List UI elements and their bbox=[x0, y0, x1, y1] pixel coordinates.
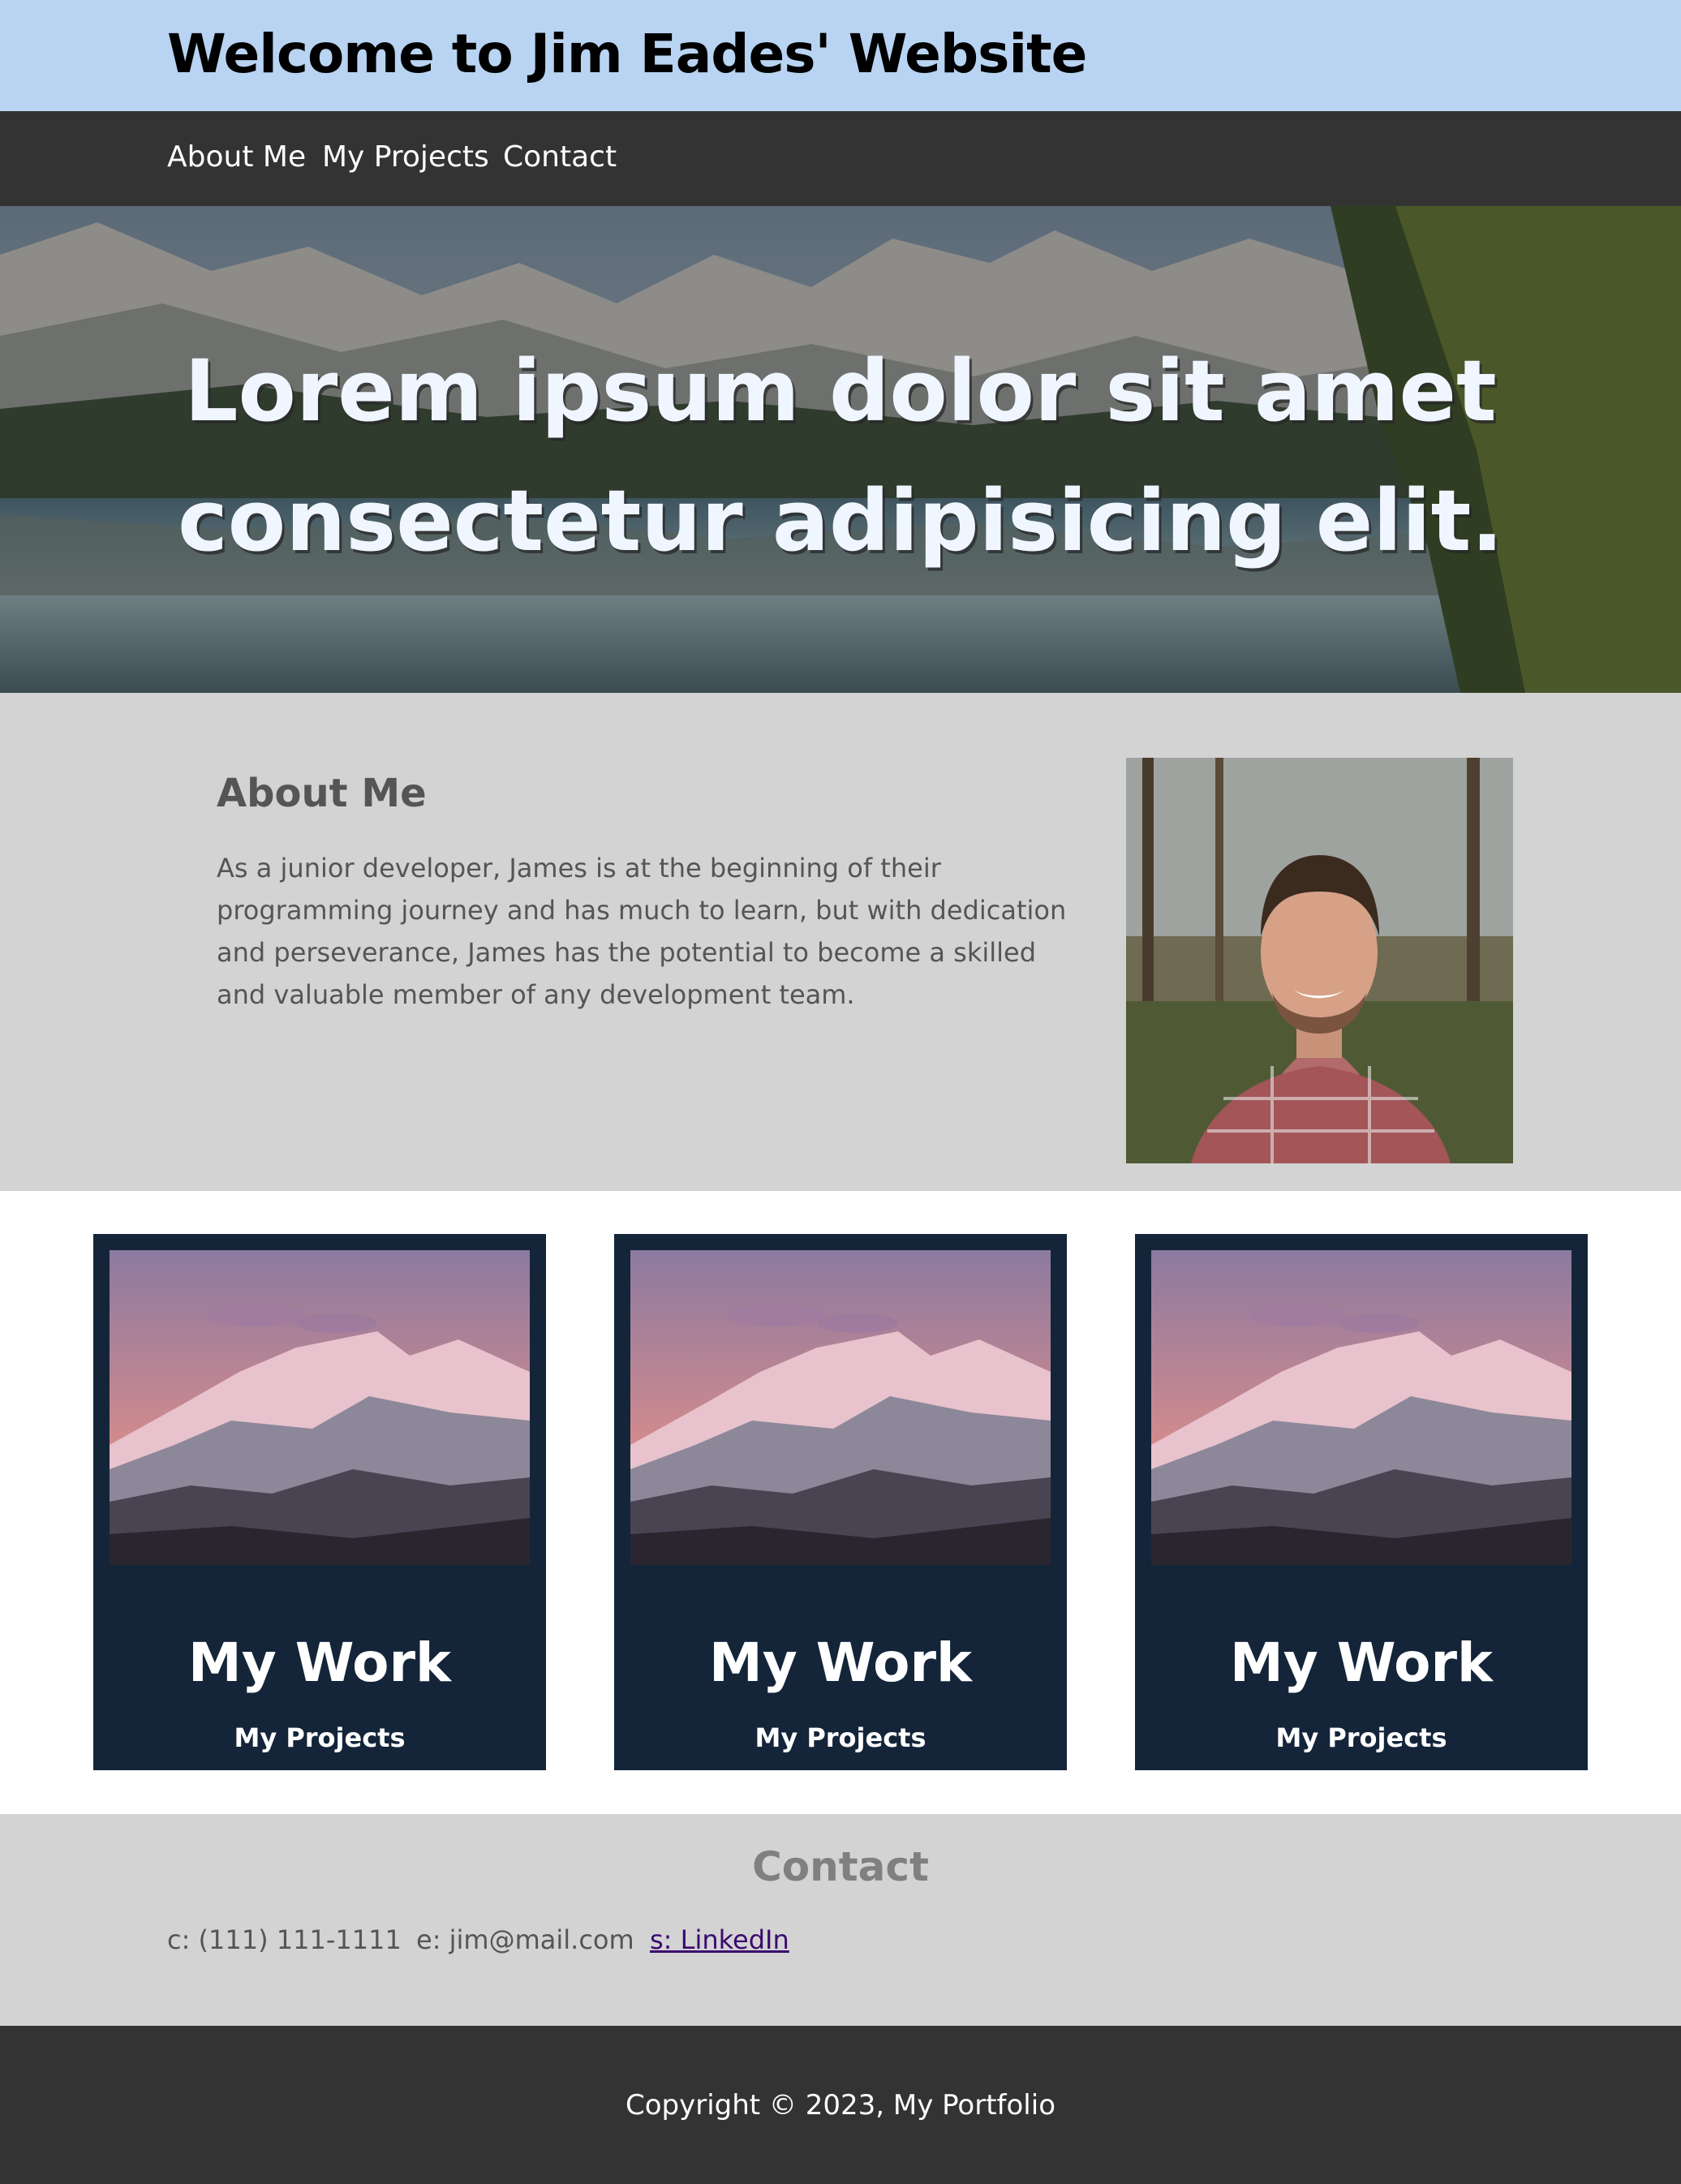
hero-banner: Lorem ipsum dolor sit amet consectetur a… bbox=[0, 206, 1681, 693]
nav-bar: About Me My Projects Contact bbox=[0, 111, 1681, 206]
site-header: Welcome to Jim Eades' Website bbox=[0, 0, 1681, 111]
projects-section: My Work My Projects My Work My Projects … bbox=[0, 1191, 1681, 1814]
profile-photo bbox=[1126, 758, 1513, 1163]
about-text: As a junior developer, James is at the b… bbox=[217, 853, 1067, 1010]
nav-link-contact[interactable]: Contact bbox=[503, 140, 617, 174]
site-title: Welcome to Jim Eades' Website bbox=[167, 23, 1087, 85]
about-heading: About Me bbox=[217, 771, 427, 816]
project-card-title: My Work bbox=[709, 1632, 972, 1694]
project-card-image bbox=[110, 1250, 530, 1565]
project-card-link[interactable]: My Projects bbox=[93, 1722, 546, 1753]
hero-heading-line-1: Lorem ipsum dolor sit amet bbox=[184, 342, 1497, 441]
contact-phone: c: (111) 111-1111 bbox=[167, 1924, 402, 1955]
contact-heading: Contact bbox=[752, 1843, 929, 1890]
project-card-title: My Work bbox=[1230, 1632, 1493, 1694]
hero-heading: Lorem ipsum dolor sit amet consectetur a… bbox=[0, 326, 1681, 586]
project-card-image bbox=[630, 1250, 1051, 1565]
project-card-link[interactable]: My Projects bbox=[1135, 1722, 1588, 1753]
contact-linkedin-link[interactable]: s: LinkedIn bbox=[650, 1924, 789, 1955]
project-card[interactable]: My Work My Projects bbox=[93, 1234, 546, 1770]
hero-heading-line-2: consectetur adipisicing elit. bbox=[178, 471, 1503, 570]
project-card-title: My Work bbox=[188, 1632, 451, 1694]
nav-link-my-projects[interactable]: My Projects bbox=[322, 140, 489, 174]
site-footer: Copyright © 2023, My Portfolio bbox=[0, 2026, 1681, 2184]
project-card-link[interactable]: My Projects bbox=[614, 1722, 1067, 1753]
project-card-image bbox=[1151, 1250, 1571, 1565]
project-card[interactable]: My Work My Projects bbox=[614, 1234, 1067, 1770]
contact-section: Contact c: (111) 111-1111 e: jim@mail.co… bbox=[0, 1814, 1681, 2026]
nav-link-about-me[interactable]: About Me bbox=[167, 140, 306, 174]
about-section: About Me As a junior developer, James is… bbox=[0, 693, 1681, 1191]
project-card[interactable]: My Work My Projects bbox=[1135, 1234, 1588, 1770]
footer-copyright: Copyright © 2023, My Portfolio bbox=[625, 2089, 1056, 2122]
contact-email: e: jim@mail.com bbox=[416, 1924, 634, 1955]
